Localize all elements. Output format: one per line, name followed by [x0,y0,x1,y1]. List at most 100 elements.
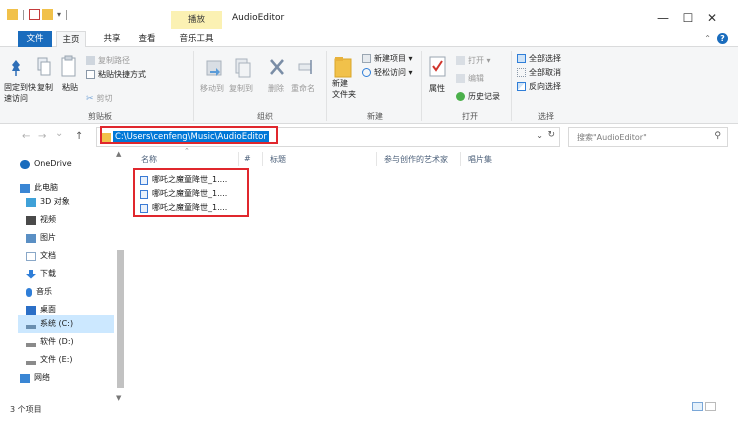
scrollbar-thumb[interactable] [117,250,124,388]
back-button[interactable]: ← [22,131,30,142]
properties-button[interactable]: 属性 [429,83,445,94]
music-note-icon [26,287,32,297]
expand-ribbon-icon[interactable]: ⌃ [704,34,711,43]
minimize-button[interactable]: — [655,11,671,25]
rename-icon [298,60,312,74]
delete-icon [270,59,284,75]
delete-button[interactable]: 删除 [268,83,284,94]
column-header-name[interactable]: 名称 [141,154,157,165]
tab-file[interactable]: 文件 [18,31,52,47]
search-input[interactable]: 搜索"AudioEditor" ⚲ [568,127,728,147]
select-none-icon [517,68,526,77]
nav-item-documents[interactable]: 文档 [26,247,56,265]
cloud-icon [20,159,30,169]
column-header-artist[interactable]: 参与创作的艺术家 [384,154,448,165]
column-header-title[interactable]: 标题 [270,154,286,165]
nav-item-downloads[interactable]: 下载 [26,265,56,283]
chevron-down-icon[interactable]: ▼ [116,394,121,402]
folder-icon[interactable] [7,9,18,20]
cut-button[interactable]: ✂ 剪切 [86,93,113,104]
tab-home[interactable]: 主页 [56,31,86,48]
open-group-label: 打开 [462,112,478,121]
drive-icon [26,356,36,365]
tab-music-tools[interactable]: 音乐工具 [171,31,222,47]
recent-locations-button[interactable]: ⌄ [55,128,63,139]
nav-item-files-e[interactable]: 文件 (E:) [26,351,73,369]
easy-access-icon [362,68,371,77]
column-header-number[interactable]: # [244,154,251,163]
copy-to-button[interactable]: 复制到 [229,83,253,94]
title-bar: ▾ 播放 AudioEditor — ☐ ✕ [0,0,738,31]
scissors-icon: ✂ [86,94,94,104]
customize-toolbar-icon[interactable]: ▾ [57,10,61,19]
column-header-album[interactable]: 唱片集 [468,154,492,165]
easy-access-button[interactable]: 轻松访问 ▾ [362,67,413,78]
forward-button[interactable]: → [38,131,46,142]
pin-quick-access-button[interactable]: 固定到快 速访问 [4,82,40,104]
drive-icon [26,320,36,329]
tab-view[interactable]: 查看 [132,31,162,47]
new-folder-button[interactable]: 新建 文件夹 [332,78,356,100]
nav-item-network[interactable]: 网络 [20,369,50,387]
sort-up-icon: ⌃ [184,147,190,155]
close-button[interactable]: ✕ [704,11,720,25]
context-tab-play[interactable]: 播放 [171,11,222,29]
paste-shortcut-button[interactable]: 粘贴快捷方式 [86,69,146,80]
select-all-icon [517,54,526,63]
clipboard-group-label: 剪贴板 [88,112,112,121]
maximize-button[interactable]: ☐ [680,11,696,25]
help-icon[interactable]: ? [717,33,728,44]
details-view-icon[interactable] [692,402,703,411]
move-to-button[interactable]: 移动到 [200,83,224,94]
copy-icon [37,57,51,76]
new-item-button[interactable]: 新建项目 ▾ [362,53,413,64]
properties-check-icon [429,56,446,77]
paste-icon [61,55,76,77]
download-arrow-icon [26,269,36,279]
window-title: AudioEditor [232,13,285,23]
network-icon [20,373,30,383]
nav-item-videos[interactable]: 视频 [26,211,56,229]
nav-item-onedrive[interactable]: OneDrive [20,155,72,173]
copy-path-button[interactable]: 复制路径 [86,55,130,66]
select-group-label: 选择 [538,112,554,121]
copy-to-icon [235,58,251,78]
large-icons-view-icon[interactable] [705,402,716,411]
nav-pane-scrollbar[interactable]: ▲ ▼ [115,150,126,405]
new-group-label: 新建 [367,112,383,121]
nav-item-music[interactable]: 音乐 [26,283,52,301]
up-button[interactable]: ↑ [75,131,83,142]
nav-item-pictures[interactable]: 图片 [26,229,56,247]
edit-button[interactable]: 编辑 [456,73,484,84]
drive-icon [26,338,36,347]
select-none-button[interactable]: 全部取消 [517,67,561,78]
paste-shortcut-icon [86,70,95,79]
chevron-up-icon[interactable]: ▲ [116,150,121,158]
picture-icon [26,233,36,243]
address-highlight-box [100,126,278,144]
copy-path-icon [86,56,95,65]
history-button[interactable]: 历史记录 [456,91,500,102]
nav-item-software-d[interactable]: 软件 (D:) [26,333,74,351]
new-folder-icon[interactable] [42,9,53,20]
chevron-down-icon[interactable]: ⌄ [536,131,543,140]
nav-item-system-c[interactable]: 系统 (C:) [18,315,114,333]
files-highlight-box [133,168,249,217]
tab-share[interactable]: 共享 [97,31,127,47]
computer-icon [20,183,30,193]
copy-button[interactable]: 复制 [37,82,53,93]
select-all-button[interactable]: 全部选择 [517,53,561,64]
paste-button[interactable]: 粘贴 [62,82,78,93]
open-button[interactable]: 打开 ▾ [456,55,491,66]
rename-button[interactable]: 重命名 [291,83,315,94]
navigation-pane: OneDrive 此电脑 3D 对象 视频 图片 文档 下载 音乐 桌面 系统 … [0,150,128,405]
invert-selection-button[interactable]: 反向选择 [517,81,561,92]
nav-item-3d-objects[interactable]: 3D 对象 [26,193,70,211]
properties-icon[interactable] [29,9,40,20]
edit-icon [456,74,465,83]
refresh-icon[interactable]: ↻ [547,130,555,140]
video-icon [26,215,36,225]
invert-selection-icon [517,82,526,91]
search-icon[interactable]: ⚲ [714,131,721,141]
new-item-icon [362,54,371,63]
